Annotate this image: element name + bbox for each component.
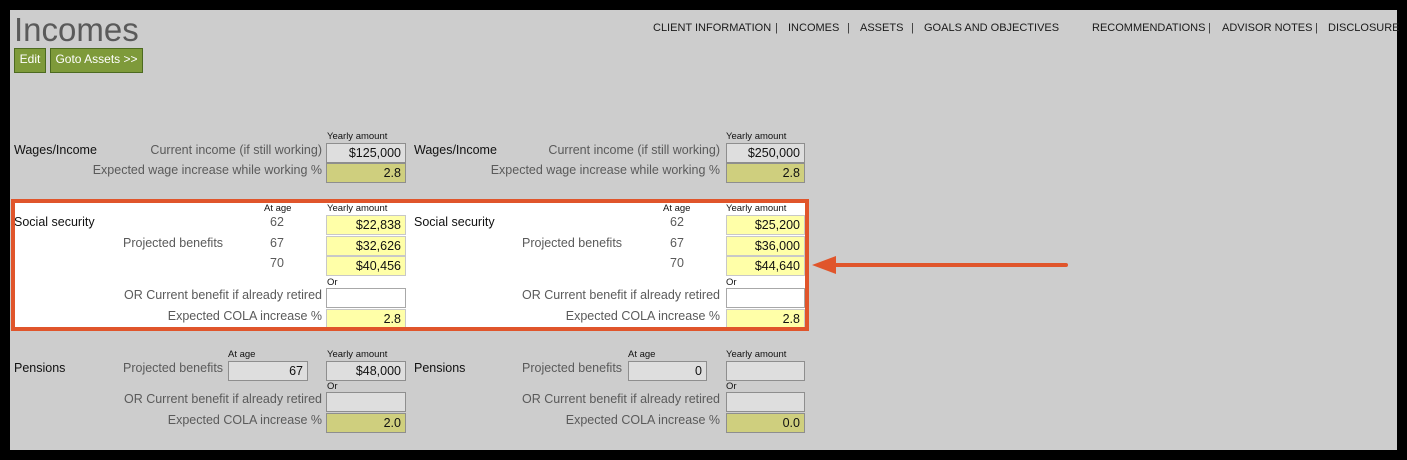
yearly-amount-header: Yearly amount xyxy=(327,131,388,142)
current-benefit-label: OR Current benefit if already retired xyxy=(123,392,322,406)
pension-age-field[interactable]: 67 xyxy=(228,361,308,381)
nav-incomes[interactable]: INCOMES xyxy=(788,22,839,34)
edit-button[interactable]: Edit xyxy=(14,48,46,73)
nav-client-information[interactable]: CLIENT INFORMATION xyxy=(653,22,771,34)
current-income-field[interactable]: $125,000 xyxy=(326,143,406,163)
or-label: Or xyxy=(327,381,338,392)
cola-label: Expected COLA increase % xyxy=(167,413,322,427)
pension-current-benefit-field[interactable] xyxy=(326,392,406,412)
nav-separator: | xyxy=(775,22,778,34)
yearly-amount-header: Yearly amount xyxy=(726,349,787,360)
highlight-box xyxy=(11,199,809,331)
wage-increase-field[interactable]: 2.8 xyxy=(726,163,805,183)
yearly-amount-header: Yearly amount xyxy=(327,349,388,360)
nav-goals-and-objectives[interactable]: GOALS AND OBJECTIVES xyxy=(924,22,1059,34)
page-title: Incomes xyxy=(14,11,139,48)
pension-cola-field[interactable]: 0.0 xyxy=(726,413,805,433)
yearly-amount-header: Yearly amount xyxy=(726,131,787,142)
nav-recommendations[interactable]: RECOMMENDATIONS xyxy=(1092,22,1205,34)
wages-section-label: Wages/Income xyxy=(414,143,497,157)
pension-cola-field[interactable]: 2.0 xyxy=(326,413,406,433)
current-income-label: Current income (if still working) xyxy=(548,143,720,157)
or-label: Or xyxy=(726,381,737,392)
wages-section-label: Wages/Income xyxy=(14,143,97,157)
goto-assets-button[interactable]: Goto Assets >> xyxy=(50,48,143,73)
wage-increase-label: Expected wage increase while working % xyxy=(92,163,322,177)
incomes-page: Incomes Edit Goto Assets >> CLIENT INFOR… xyxy=(10,10,1400,450)
current-income-label: Current income (if still working) xyxy=(150,143,322,157)
pension-current-benefit-field[interactable] xyxy=(726,392,805,412)
nav-separator: | xyxy=(911,22,914,34)
current-benefit-label: OR Current benefit if already retired xyxy=(521,392,720,406)
wage-increase-label: Expected wage increase while working % xyxy=(490,163,720,177)
nav-advisor-notes[interactable]: ADVISOR NOTES xyxy=(1222,22,1312,34)
at-age-header: At age xyxy=(228,349,256,360)
nav-disclosure[interactable]: DISCLOSURE xyxy=(1328,22,1400,34)
nav-separator: | xyxy=(1208,22,1211,34)
nav-assets[interactable]: ASSETS xyxy=(860,22,903,34)
wage-increase-field[interactable]: 2.8 xyxy=(326,163,406,183)
nav-separator: | xyxy=(1315,22,1318,34)
projected-benefits-label: Projected benefits xyxy=(522,361,623,375)
at-age-header: At age xyxy=(628,349,656,360)
nav-separator: | xyxy=(847,22,850,34)
pensions-section-label: Pensions xyxy=(14,361,66,375)
arrow-left-icon xyxy=(812,256,1068,274)
pension-amount-field[interactable]: $48,000 xyxy=(326,361,406,381)
cola-label: Expected COLA increase % xyxy=(565,413,720,427)
current-income-field[interactable]: $250,000 xyxy=(726,143,805,163)
pension-amount-field[interactable] xyxy=(726,361,805,381)
projected-benefits-label: Projected benefits xyxy=(123,361,224,375)
pension-age-field[interactable]: 0 xyxy=(628,361,707,381)
pensions-section-label: Pensions xyxy=(414,361,466,375)
